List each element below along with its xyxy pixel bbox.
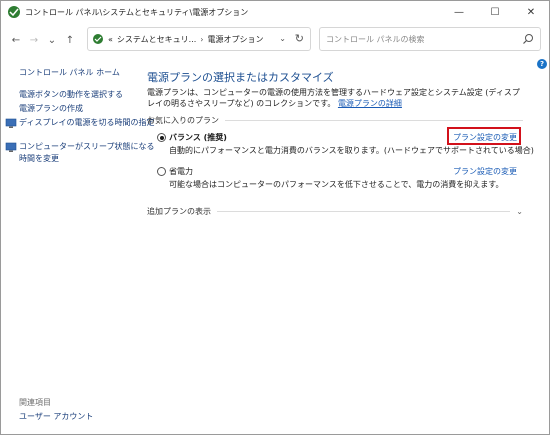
divider	[217, 210, 511, 212]
divider	[225, 119, 523, 121]
radio-balanced[interactable]	[157, 133, 166, 142]
related-label: 関連項目	[19, 398, 51, 407]
navigation-bar: ← → ⌄ ↑ « システムとセキュリ... › 電源オプション ⌄ ↻ コント…	[1, 27, 549, 53]
minimize-button[interactable]: —	[441, 1, 477, 23]
sidebar-sleep-time-line2[interactable]: 時間を変更	[19, 153, 59, 164]
close-button[interactable]: ✕	[513, 1, 549, 23]
search-input[interactable]: コントロール パネルの検索	[319, 27, 541, 51]
help-icon[interactable]: ?	[537, 59, 547, 69]
maximize-button[interactable]: ☐	[477, 1, 513, 23]
plan-description-balanced: 自動的にパフォーマンスと電力消費のバランスを取ります。(ハードウェアでサポートさ…	[169, 146, 534, 155]
title-bar: コントロール パネル\システムとセキュリティ\電源オプション — ☐ ✕	[1, 1, 549, 23]
additional-plans-label[interactable]: 追加プランの表示	[147, 206, 211, 217]
breadcrumb-power-options[interactable]: 電源オプション	[208, 34, 264, 45]
sleep-icon	[5, 141, 17, 153]
change-plan-settings-balanced-link[interactable]: プラン設定の変更	[453, 132, 517, 143]
address-dropdown-icon[interactable]: ⌄	[279, 34, 286, 43]
sidebar-user-accounts[interactable]: ユーザー アカウント	[19, 411, 93, 422]
breadcrumb-separator: ›	[200, 34, 204, 44]
control-panel-icon	[7, 5, 21, 19]
sidebar-sleep-time[interactable]: コンピューターがスリープ状態になる	[19, 141, 155, 152]
chevron-down-icon[interactable]: ⌄	[516, 207, 523, 216]
window-title: コントロール パネル\システムとセキュリティ\電源オプション	[25, 7, 249, 17]
up-button[interactable]: ↑	[61, 30, 79, 50]
search-icon	[522, 33, 534, 47]
plan-description-power-saver: 可能な場合はコンピューターのパフォーマンスを低下させることで、電力の消費を抑えま…	[169, 180, 504, 189]
folder-icon	[92, 33, 104, 45]
sidebar-display-off-time[interactable]: ディスプレイの電源を切る時間の指定	[19, 117, 154, 128]
favorites-label: お気に入りのプラン	[147, 115, 219, 125]
back-button[interactable]: ←	[7, 30, 25, 50]
sidebar-choose-power-button[interactable]: 電源ボタンの動作を選択する	[19, 89, 123, 100]
recent-locations-button[interactable]: ⌄	[43, 30, 61, 50]
power-plan-details-link[interactable]: 電源プランの詳細	[338, 99, 402, 108]
breadcrumb-system-security[interactable]: システムとセキュリ...	[117, 34, 196, 45]
breadcrumb-overflow[interactable]: «	[108, 35, 113, 44]
change-plan-settings-power-saver-link[interactable]: プラン設定の変更	[453, 166, 517, 177]
forward-button[interactable]: →	[25, 30, 43, 50]
description-text: 電源プランは、コンピューターの電源の使用方法を管理するハードウェア設定とシステム…	[147, 88, 520, 108]
refresh-button[interactable]: ↻	[295, 32, 304, 45]
window-controls: — ☐ ✕	[441, 1, 549, 23]
sidebar-control-panel-home[interactable]: コントロール パネル ホーム	[19, 67, 120, 78]
page-title: 電源プランの選択またはカスタマイズ	[147, 71, 334, 84]
address-bar[interactable]: « システムとセキュリ... › 電源オプション ⌄ ↻	[87, 27, 311, 51]
radio-power-saver[interactable]	[157, 167, 166, 176]
search-placeholder: コントロール パネルの検索	[326, 34, 425, 44]
page-description: 電源プランは、コンピューターの電源の使用方法を管理するハードウェア設定とシステム…	[147, 87, 527, 109]
control-panel-window: コントロール パネル\システムとセキュリティ\電源オプション — ☐ ✕ ← →…	[0, 0, 550, 435]
plan-name-power-saver[interactable]: 省電力	[169, 166, 193, 177]
additional-plans-toggle[interactable]: 追加プランの表示 ⌄	[147, 205, 523, 217]
plan-name-balanced[interactable]: バランス (推奨)	[169, 132, 227, 143]
sidebar: コントロール パネル ホーム 電源ボタンの動作を選択する 電源プランの作成 ディ…	[1, 61, 155, 431]
display-icon	[5, 117, 17, 129]
sidebar-create-power-plan[interactable]: 電源プランの作成	[19, 103, 83, 114]
favorites-header: お気に入りのプラン	[147, 115, 523, 125]
